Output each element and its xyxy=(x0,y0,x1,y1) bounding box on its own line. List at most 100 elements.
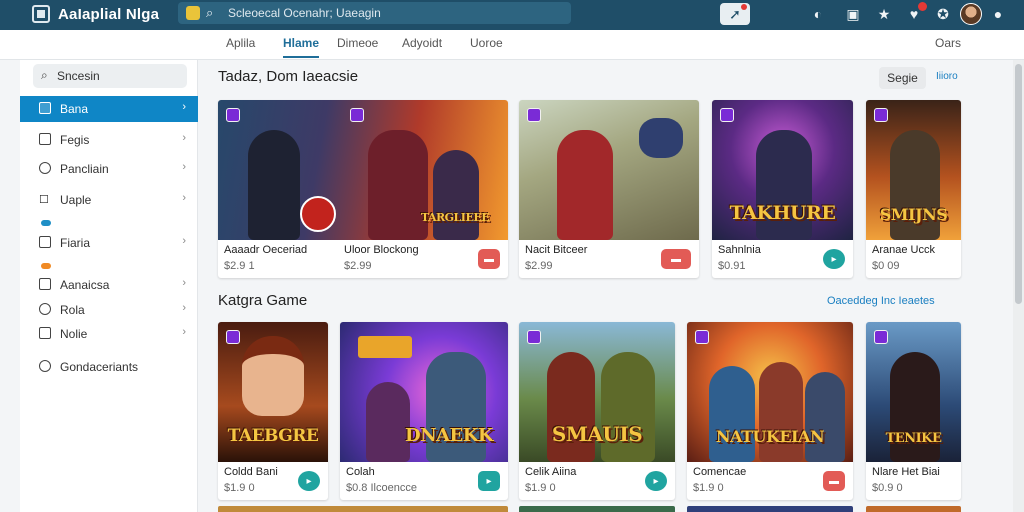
sidebar-item-gondaceriants[interactable]: Gondaceriants xyxy=(20,354,198,380)
tab-adyoidt[interactable]: Adyoidt xyxy=(402,36,442,50)
game-logo-text: NATUKEIAN xyxy=(715,427,825,446)
buy-button[interactable]: ▬ xyxy=(478,249,500,269)
game-name: Uloor Blockong xyxy=(344,244,419,256)
circle-button[interactable]: ◐ xyxy=(807,4,829,24)
notifications-button[interactable]: ♥ xyxy=(903,2,927,24)
sidebar-item-pancliain[interactable]: Pancliain › xyxy=(20,156,198,182)
game-card-partial[interactable] xyxy=(519,506,675,512)
app-badge-icon xyxy=(527,108,541,122)
character-figure xyxy=(557,130,613,240)
character-figure xyxy=(805,372,845,462)
game-name: Comencae xyxy=(693,466,747,478)
game-name: Sahnlnia xyxy=(718,244,761,256)
profile-button[interactable]: ● xyxy=(987,4,1009,24)
tab-hlame[interactable]: Hlame xyxy=(283,36,320,58)
game-price: $1.9 0 xyxy=(224,482,255,494)
avatar[interactable] xyxy=(960,3,982,25)
game-banner xyxy=(358,336,412,358)
sort-button[interactable]: Segie xyxy=(879,67,926,89)
game-card[interactable]: Nacit Bitceer $2.99 ▬ xyxy=(519,100,699,278)
game-card[interactable]: TAKHURE Sahnlnia $0.91 ▸ xyxy=(712,100,853,278)
sidebar-item-label: Bana xyxy=(60,102,89,116)
scrollbar-thumb[interactable] xyxy=(1015,64,1022,304)
sidebar-item-bana[interactable]: Bana › xyxy=(20,96,198,122)
game-card[interactable]: SMIJNS Aranae Ucck $0 09 xyxy=(866,100,961,278)
game-card-partial[interactable] xyxy=(218,506,508,512)
tab-uoroe[interactable]: Uoroe xyxy=(470,36,503,50)
game-logo-text: TAKHURE xyxy=(729,202,836,224)
game-card[interactable]: SMAUIS Celik Aiina $1.9 0 ▸ xyxy=(519,322,675,500)
app-logo-icon xyxy=(32,5,50,23)
game-logo-text: TARGLIEEE xyxy=(420,211,490,224)
game-logo-text: TAEBGRE xyxy=(227,426,319,446)
flying-character xyxy=(639,118,683,158)
search-icon: ⌕ xyxy=(206,5,214,20)
view-all-link[interactable]: Iiioro xyxy=(936,71,958,82)
see-all-link[interactable]: Oaceddeg Inc Ieaetes xyxy=(827,295,935,307)
game-card[interactable]: TAEBGRE Coldd Bani $1.9 0 ▸ xyxy=(218,322,328,500)
game-art: SMAUIS xyxy=(519,322,675,462)
buy-button[interactable]: ▬ xyxy=(823,471,845,491)
sidebar-item-uaple[interactable]: ☐ Uaple › xyxy=(20,187,198,213)
game-logo-text: TENIKE xyxy=(885,431,942,446)
game-price: $1.9 0 xyxy=(525,482,556,494)
tab-aplila[interactable]: Aplila xyxy=(226,36,255,50)
app-badge-icon xyxy=(226,108,240,122)
sidebar-item-nolie[interactable]: Nolie › xyxy=(20,321,198,347)
category-icon: ☐ xyxy=(39,194,49,206)
category-indicator-icon xyxy=(41,220,51,226)
favorites-button[interactable]: ★ xyxy=(873,4,895,24)
game-name: Celik Aiina xyxy=(525,466,577,478)
search-placeholder: Scleoecal Ocenahr; Uaeagin xyxy=(228,6,381,20)
play-button[interactable]: ▸ xyxy=(478,471,500,491)
game-card[interactable]: TARGLIEEE Aaaadr Oeceriad $2.9 1 Uloor B… xyxy=(218,100,508,278)
sidebar-item-label: Uaple xyxy=(60,193,92,207)
play-button[interactable]: ▸ xyxy=(645,471,667,491)
game-card[interactable]: NATUKEIAN Comencae $1.9 0 ▬ xyxy=(687,322,853,500)
sidebar-item-rola[interactable]: Rola › xyxy=(20,297,198,323)
tab-dimeoe[interactable]: Dimeoe xyxy=(337,36,378,50)
ring-icon xyxy=(39,360,51,372)
character-figure xyxy=(709,366,755,462)
buy-button[interactable]: ▬ xyxy=(661,249,691,269)
search-icon: ⌕ xyxy=(41,68,48,82)
game-logo-text: DNAEKK xyxy=(404,425,494,446)
game-card[interactable]: DNAEKK Colah $0.8 Ilcoencce ▸ xyxy=(340,322,508,500)
chevron-right-icon: › xyxy=(182,326,186,338)
game-art: TARGLIEEE xyxy=(218,100,508,240)
game-price: $0.9 0 xyxy=(872,482,903,494)
top-search-input[interactable]: ⌕ Scleoecal Ocenahr; Uaeagin xyxy=(178,2,571,24)
sidebar-item-fiaria[interactable]: Fiaria › xyxy=(20,230,198,256)
play-button[interactable]: ▸ xyxy=(298,471,320,491)
sidebar-search-placeholder: Sncesin xyxy=(57,69,100,83)
app-badge-icon xyxy=(527,330,541,344)
game-card[interactable]: TENIKE Nlare Het Biai $0.9 0 xyxy=(866,322,961,500)
share-button[interactable]: ➚ xyxy=(720,3,750,25)
game-card-partial[interactable] xyxy=(687,506,853,512)
game-price: $2.99 xyxy=(344,260,372,272)
settings-button[interactable]: ✪ xyxy=(932,4,954,24)
share-icon: ➚ xyxy=(729,5,741,22)
sidebar-search-input[interactable]: ⌕ Sncesin xyxy=(33,64,187,88)
tab-oars[interactable]: Oars xyxy=(935,36,961,50)
sidebar-item-label: Fegis xyxy=(60,133,90,147)
app-badge-icon xyxy=(874,330,888,344)
star-icon: ★ xyxy=(877,5,891,22)
sidebar-item-aanaicsa[interactable]: Aanaicsa › xyxy=(20,272,198,298)
game-name: Nacit Bitceer xyxy=(525,244,588,256)
scrollbar[interactable] xyxy=(1013,60,1024,512)
sidebar-item-fegis[interactable]: Fegis › xyxy=(20,127,198,153)
game-art: NATUKEIAN xyxy=(687,322,853,462)
game-card-partial[interactable] xyxy=(866,506,961,512)
chat-icon: ▣ xyxy=(846,5,860,22)
user-icon: ● xyxy=(993,6,1003,22)
character-figure xyxy=(759,362,803,462)
section-title: Katgra Game xyxy=(218,292,308,309)
grid-icon xyxy=(39,102,51,114)
play-button[interactable]: ▸ xyxy=(823,249,845,269)
chevron-right-icon: › xyxy=(182,161,186,173)
chevron-right-icon: › xyxy=(182,101,186,113)
chevron-right-icon: › xyxy=(182,192,186,204)
character-figure xyxy=(248,130,300,240)
chat-button[interactable]: ▣ xyxy=(842,4,864,24)
